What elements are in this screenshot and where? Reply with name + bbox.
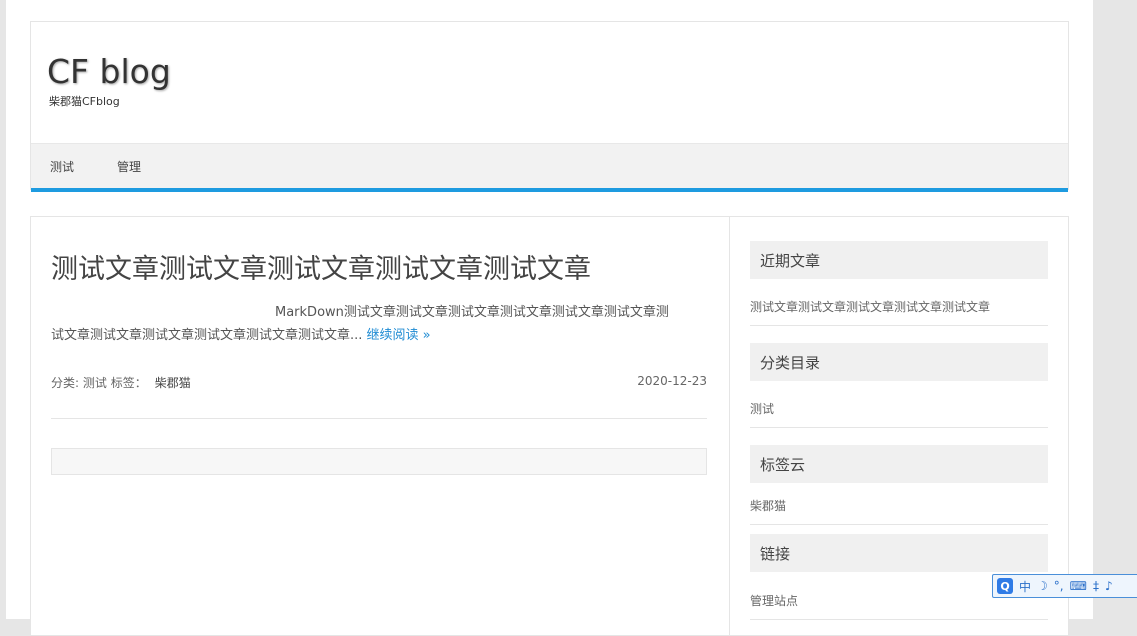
more-icon[interactable]: ♪ <box>1105 579 1113 593</box>
category-link[interactable]: 测试 <box>83 376 107 390</box>
nav-item-admin[interactable]: 管理 <box>117 158 141 175</box>
main-nav: 测试 管理 <box>31 143 1068 192</box>
ime-logo-icon[interactable]: Q <box>997 578 1013 594</box>
content-area: 测试文章测试文章测试文章测试文章测试文章 MarkDown测试文章测试文章测试文… <box>30 216 1069 636</box>
tag-link[interactable]: 柴郡猫 <box>155 376 191 390</box>
excerpt-line-1: MarkDown测试文章测试文章测试文章测试文章测试文章测试文章测 <box>275 305 669 320</box>
sidebar: 近期文章 测试文章测试文章测试文章测试文章测试文章 分类目录 测试 标签云 柴郡… <box>750 217 1048 635</box>
site-header: CF blog 柴郡猫CFblog 测试 管理 <box>30 21 1069 192</box>
nav-item-test[interactable]: 测试 <box>50 158 74 175</box>
category-item[interactable]: 测试 <box>750 400 1048 428</box>
post-date: 2020-12-23 <box>637 374 707 388</box>
excerpt-line-2: 试文章测试文章测试文章测试文章测试文章测试文章... <box>51 328 363 343</box>
tag-cloud-item[interactable]: 柴郡猫 <box>750 497 1048 525</box>
ime-toolbar: Q 中 ☽ °, ⌨ ‡ ♪ <box>992 574 1137 598</box>
post-meta: 分类: 测试 标签： 柴郡猫 2020-12-23 <box>51 374 707 392</box>
post-title[interactable]: 测试文章测试文章测试文章测试文章测试文章 <box>51 247 591 286</box>
post-excerpt: MarkDown测试文章测试文章测试文章测试文章测试文章测试文章测 试文章测试文… <box>51 301 697 347</box>
page: CF blog 柴郡猫CFblog 测试 管理 测试文章测试文章测试文章测试文章… <box>6 0 1093 636</box>
ime-mode-toggle[interactable]: 中 <box>1019 578 1031 595</box>
site-title[interactable]: CF blog <box>47 52 171 91</box>
width-toggle-icon[interactable]: ‡ <box>1093 579 1099 593</box>
read-more-link[interactable]: 继续阅读 » <box>367 328 431 343</box>
site-description: 柴郡猫CFblog <box>49 95 120 108</box>
main-column: 测试文章测试文章测试文章测试文章测试文章 MarkDown测试文章测试文章测试文… <box>31 217 730 635</box>
keyboard-icon[interactable]: ⌨ <box>1070 579 1087 593</box>
widget-title-tags: 标签云 <box>750 445 1048 483</box>
post-navigation-box <box>51 448 707 475</box>
recent-post-link[interactable]: 测试文章测试文章测试文章测试文章测试文章 <box>750 298 1048 326</box>
moon-icon[interactable]: ☽ <box>1037 579 1048 593</box>
widget-title-recent: 近期文章 <box>750 241 1048 279</box>
widget-title-categories: 分类目录 <box>750 343 1048 381</box>
tags-label: 标签： <box>110 376 147 390</box>
widget-title-links: 链接 <box>750 534 1048 572</box>
punctuation-icon[interactable]: °, <box>1054 579 1064 593</box>
category-label: 分类: <box>51 376 80 390</box>
post-divider <box>51 418 707 419</box>
